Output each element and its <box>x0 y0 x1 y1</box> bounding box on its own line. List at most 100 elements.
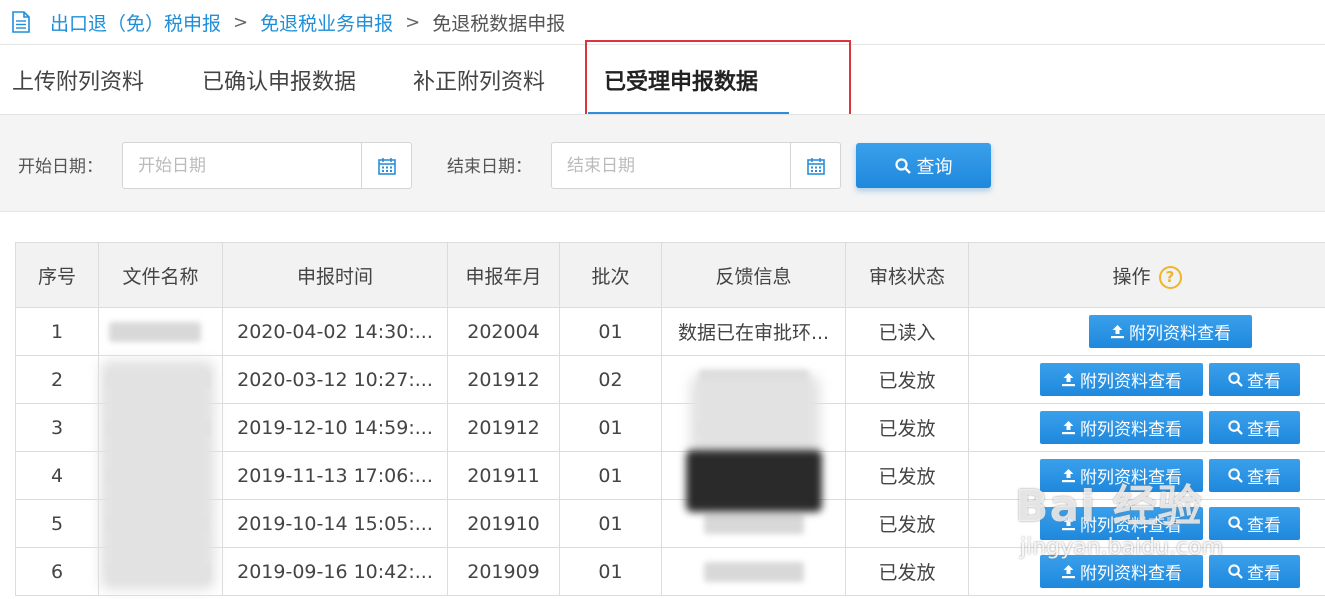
cell-status: 已发放 <box>845 499 969 548</box>
search-icon <box>1228 372 1243 387</box>
cell-year-month: 201909 <box>447 547 560 596</box>
cell-operations: 附列资料查看 查看 <box>968 403 1325 452</box>
button-label: 查看 <box>1247 468 1281 487</box>
cell-year-month: 201911 <box>447 451 560 500</box>
breadcrumb-export-tax[interactable]: 出口退（免）税申报 <box>50 9 221 36</box>
cell-time: 2020-04-02 14:30:... <box>222 307 448 356</box>
cell-status: 已发放 <box>845 403 969 452</box>
cell-filename-redacted <box>98 307 223 356</box>
document-icon <box>12 11 30 33</box>
upload-icon <box>1111 325 1124 339</box>
button-label: 查看 <box>1247 372 1281 391</box>
button-label: 附列资料查看 <box>1080 564 1182 583</box>
breadcrumb-business-declare[interactable]: 免退税业务申报 <box>260 9 393 36</box>
redaction-blur-dark <box>686 450 822 512</box>
search-icon <box>1228 420 1243 435</box>
calendar-icon[interactable] <box>361 143 411 188</box>
query-button-label: 查询 <box>916 156 953 177</box>
cell-no: 1 <box>15 307 99 356</box>
cell-time: 2019-10-14 15:05:... <box>222 499 448 548</box>
search-icon <box>1228 564 1243 579</box>
cell-status: 已发放 <box>845 547 969 596</box>
cell-feedback-redacted <box>661 547 846 596</box>
end-date-label: 结束日期： <box>447 157 532 177</box>
cell-operations: 附列资料查看 <box>968 307 1325 356</box>
column-header: 审核状态 <box>845 242 969 308</box>
cell-no: 4 <box>15 451 99 500</box>
cell-year-month: 201912 <box>447 403 560 452</box>
button-label: 附列资料查看 <box>1129 324 1231 343</box>
cell-time: 2019-12-10 14:59:... <box>222 403 448 452</box>
cell-operations: 附列资料查看 查看 <box>968 355 1325 404</box>
breadcrumb-current: 免退税数据申报 <box>432 12 566 35</box>
button-label: 查看 <box>1247 516 1281 535</box>
redaction-blur <box>100 360 215 590</box>
view-button[interactable]: 查看 <box>1209 459 1300 492</box>
cell-time: 2020-03-12 10:27:... <box>222 355 448 404</box>
baidu-watermark-url: jingyan.baidu.com <box>1020 535 1224 560</box>
cell-no: 5 <box>15 499 99 548</box>
upload-icon <box>1062 565 1075 579</box>
cell-batch: 01 <box>559 403 662 452</box>
tab-confirmed-data[interactable]: 已确认申报数据 <box>202 45 356 115</box>
cell-status: 已发放 <box>845 451 969 500</box>
button-label: 查看 <box>1247 564 1281 583</box>
column-header-operations: 操作? <box>968 242 1325 308</box>
cell-year-month: 202004 <box>447 307 560 356</box>
calendar-icon[interactable] <box>790 143 840 188</box>
column-header: 申报时间 <box>222 242 448 308</box>
tab-label: 已确认申报数据 <box>202 70 357 95</box>
baidu-watermark: Bai 经验 <box>1015 481 1203 532</box>
cell-batch: 01 <box>559 499 662 548</box>
upload-icon <box>1062 421 1075 435</box>
tab-correct-attachments[interactable]: 补正附列资料 <box>413 45 545 115</box>
column-header: 序号 <box>15 242 99 308</box>
cell-time: 2019-09-16 10:42:... <box>222 547 448 596</box>
cell-year-month: 201912 <box>447 355 560 404</box>
view-attachments-button[interactable]: 附列资料查看 <box>1040 363 1203 396</box>
tab-label: 补正附列资料 <box>413 70 546 95</box>
upload-icon <box>1062 373 1075 387</box>
help-icon[interactable]: ? <box>1158 265 1182 289</box>
cell-year-month: 201910 <box>447 499 560 548</box>
breadcrumb-separator: > <box>405 11 421 33</box>
end-date-input[interactable] <box>552 143 790 188</box>
end-date-picker <box>551 142 841 189</box>
button-label: 附列资料查看 <box>1080 372 1182 391</box>
button-label: 附列资料查看 <box>1080 420 1182 439</box>
filter-bar: 开始日期： 结束日期： 查询 <box>0 114 1325 212</box>
start-date-label: 开始日期： <box>18 157 103 177</box>
view-attachments-button[interactable]: 附列资料查看 <box>1040 411 1203 444</box>
column-header: 批次 <box>559 242 662 308</box>
tab-accepted-data[interactable]: 已受理申报数据 <box>588 45 789 115</box>
search-icon <box>894 157 911 174</box>
cell-batch: 02 <box>559 355 662 404</box>
breadcrumb-separator: > <box>233 11 249 33</box>
search-icon <box>1228 468 1243 483</box>
cell-status: 已发放 <box>845 355 969 404</box>
view-button[interactable]: 查看 <box>1209 363 1300 396</box>
cell-status: 已读入 <box>845 307 969 356</box>
tab-bar: 上传附列资料 已确认申报数据 补正附列资料 已受理申报数据 <box>0 44 1325 115</box>
start-date-picker <box>122 142 412 189</box>
column-header: 申报年月 <box>447 242 560 308</box>
view-button[interactable]: 查看 <box>1209 411 1300 444</box>
start-date-input[interactable] <box>123 143 361 188</box>
column-header: 反馈信息 <box>661 242 846 308</box>
column-header: 文件名称 <box>98 242 223 308</box>
tab-label: 已受理申报数据 <box>604 70 759 95</box>
breadcrumb: 出口退（免）税申报 > 免退税业务申报 > 免退税数据申报 <box>0 0 1325 44</box>
tab-label: 上传附列资料 <box>12 70 145 95</box>
cell-time: 2019-11-13 17:06:... <box>222 451 448 500</box>
cell-no: 2 <box>15 355 99 404</box>
cell-no: 6 <box>15 547 99 596</box>
cell-feedback: 数据已在审批环... <box>661 307 846 356</box>
view-attachments-button[interactable]: 附列资料查看 <box>1089 315 1252 348</box>
query-button[interactable]: 查询 <box>856 143 991 188</box>
button-label: 查看 <box>1247 420 1281 439</box>
table-row: 1 2020-04-02 14:30:... 202004 01 数据已在审批环… <box>15 307 1325 356</box>
tab-upload-attachments[interactable]: 上传附列资料 <box>12 45 144 115</box>
table-header-row: 序号 文件名称 申报时间 申报年月 批次 反馈信息 审核状态 操作? <box>15 242 1325 308</box>
cell-batch: 01 <box>559 547 662 596</box>
search-icon <box>1228 516 1243 531</box>
